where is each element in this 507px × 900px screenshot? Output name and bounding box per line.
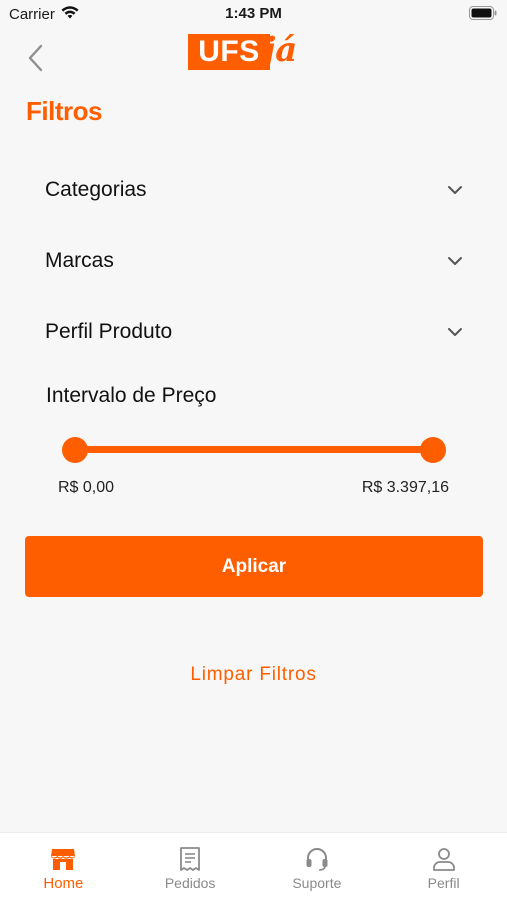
status-bar: Carrier 1:43 PM [0, 0, 507, 28]
tab-label: Pedidos [164, 875, 216, 891]
clear-filters-link[interactable]: Limpar Filtros [0, 664, 507, 686]
price-range-title: Intervalo de Preço [46, 384, 217, 407]
tab-label: Suporte [292, 875, 342, 891]
tab-bar: Home Pedidos Suporte Perfil [0, 832, 507, 900]
filter-perfil-produto[interactable]: Perfil Produto [45, 312, 465, 352]
clock: 1:43 PM [225, 5, 282, 22]
store-icon [49, 845, 77, 873]
price-max-label: R$ 3.397,16 [361, 479, 449, 496]
app-logo: UFS já [188, 30, 323, 88]
battery-icon [469, 6, 497, 25]
user-icon [430, 845, 458, 873]
tab-label: Home [43, 875, 84, 892]
price-min-label: R$ 0,00 [58, 479, 115, 496]
back-button[interactable] [20, 44, 50, 76]
tab-orders[interactable]: Pedidos [127, 833, 254, 900]
filter-label: Categorias [45, 178, 147, 201]
tab-home[interactable]: Home [0, 833, 127, 900]
filter-label: Marcas [45, 249, 114, 272]
chevron-down-icon [445, 180, 465, 200]
slider-track[interactable] [74, 446, 434, 453]
tab-profile[interactable]: Perfil [380, 833, 507, 900]
chevron-left-icon [27, 44, 43, 77]
chevron-down-icon [445, 251, 465, 271]
price-range-slider[interactable] [62, 436, 446, 464]
filter-label: Perfil Produto [45, 320, 173, 343]
logo-secondary: já [263, 30, 298, 70]
logo-primary: UFS [188, 34, 270, 70]
slider-handle-min[interactable] [62, 437, 88, 463]
tab-support[interactable]: Suporte [254, 833, 381, 900]
chevron-down-icon [445, 322, 465, 342]
headset-icon [303, 845, 331, 873]
filter-categorias[interactable]: Categorias [45, 170, 465, 210]
page-title: Filtros [26, 96, 102, 126]
slider-handle-max[interactable] [420, 437, 446, 463]
filter-marcas[interactable]: Marcas [45, 241, 465, 281]
receipt-icon [176, 845, 204, 873]
apply-button[interactable]: Aplicar [25, 536, 483, 597]
tab-label: Perfil [427, 875, 460, 891]
